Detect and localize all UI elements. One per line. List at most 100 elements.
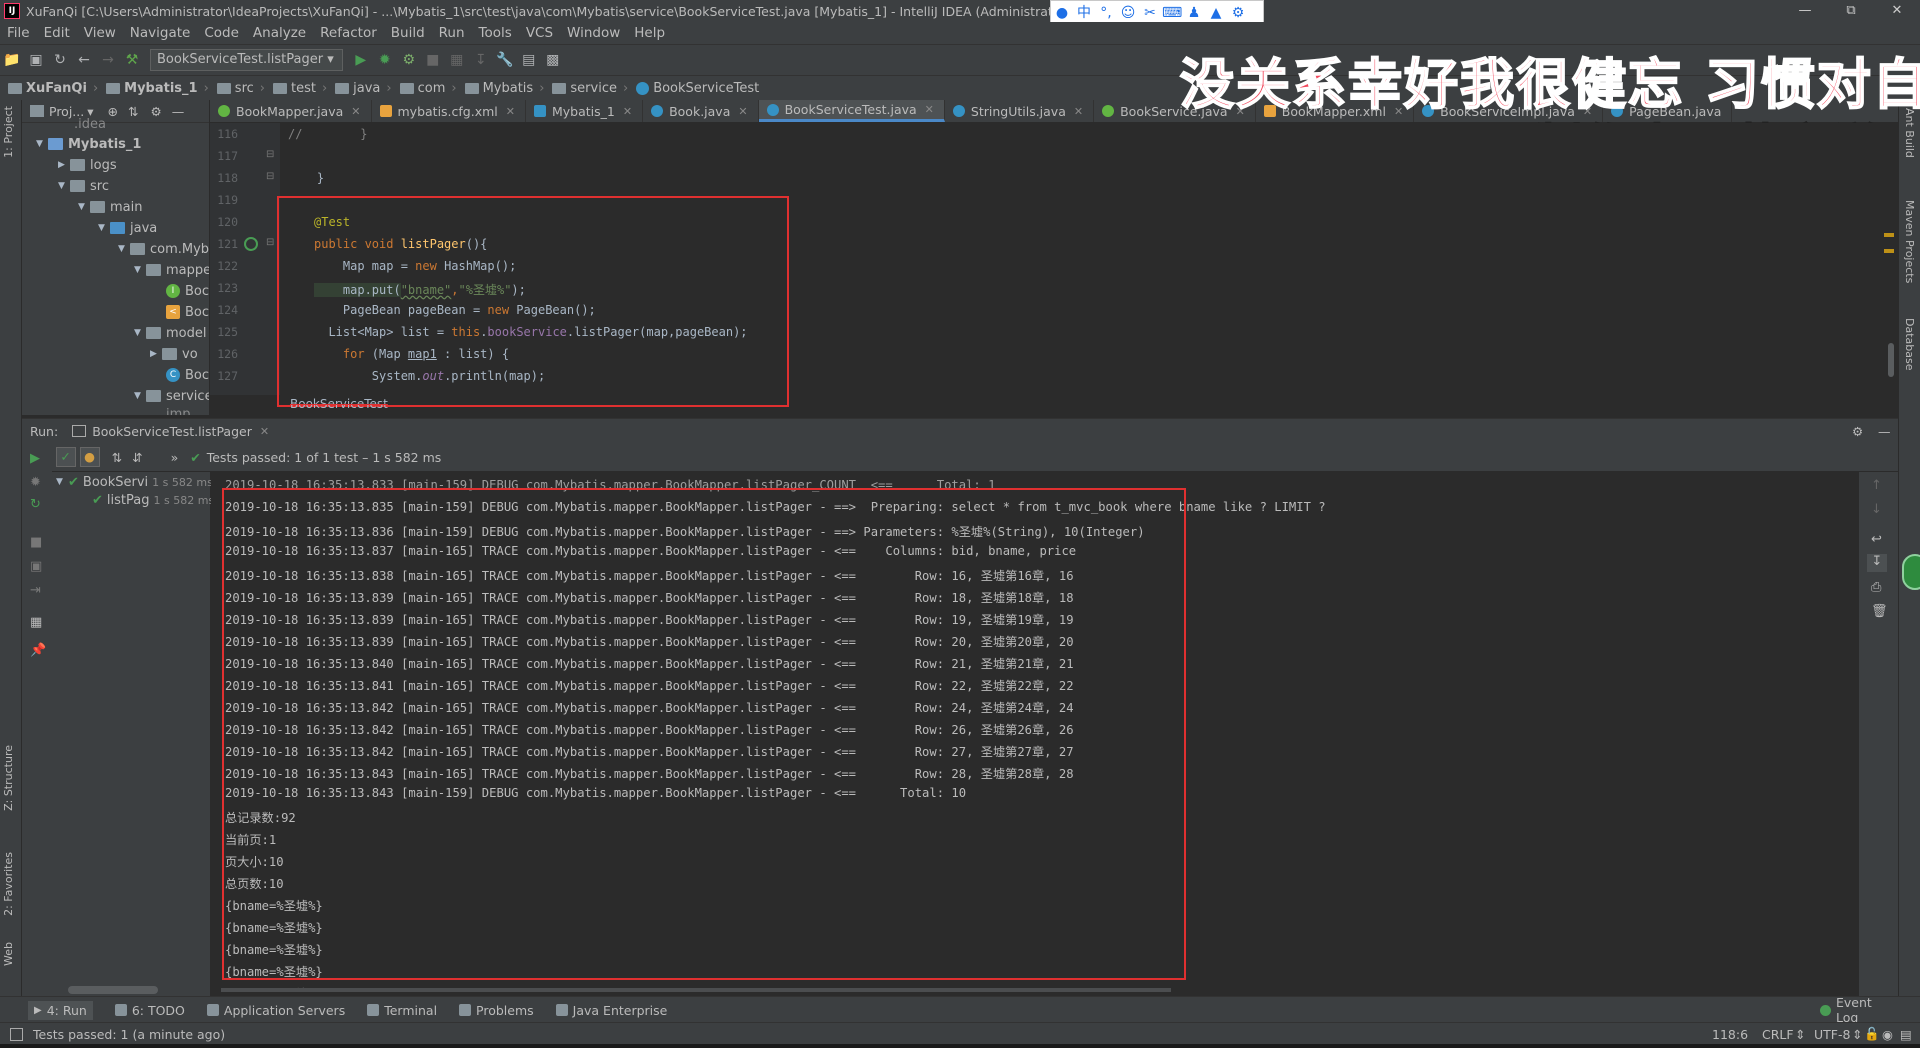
console-h-scrollbar[interactable] [221,988,1171,992]
tree-item[interactable]: ▼ Mybatis_1 [36,134,141,154]
gear-icon[interactable]: ⚙ [150,104,161,119]
structure-tool-tab[interactable]: Z: Structure [2,745,15,811]
run-tab[interactable]: BookServiceTest.listPager ✕ [72,424,269,439]
menu-view[interactable]: View [77,25,123,41]
sort-alpha-icon[interactable]: ⇅ [112,450,122,465]
tree-item[interactable]: C Boc [166,365,209,385]
trash-icon[interactable]: 🗑 [1871,604,1888,619]
show-ignored-icon[interactable]: ● [79,447,100,467]
rerun-failed-icon[interactable]: ↻ [30,497,41,512]
back-arrow-icon[interactable]: ← [75,51,93,69]
deploy-icon[interactable]: ↧ [472,51,490,69]
floating-badge[interactable] [1902,554,1920,590]
forward-arrow-icon[interactable]: → [99,51,117,69]
breadcrumb-item-service[interactable]: service [552,81,617,96]
breadcrumb-item-com[interactable]: com [399,81,445,96]
close-button[interactable]: ✕ [1874,0,1920,22]
sync-icon[interactable]: ↻ [51,51,69,69]
scroll-to-end-icon[interactable]: ↧ [1867,554,1887,572]
scroll-from-source-icon[interactable]: ⊕ [108,104,118,119]
tool-tab-run[interactable]: ▶ 4: Run [28,1000,93,1020]
test-tree-root[interactable]: ▼ ✔ BookServi 1 s 582 ms [56,472,213,492]
close-icon[interactable]: ✕ [925,103,934,116]
tab-book-java[interactable]: Book.java ✕ [643,100,759,122]
tree-item[interactable]: ▼ src [58,176,109,196]
menu-vcs[interactable]: VCS [519,25,560,41]
close-icon[interactable]: ✕ [738,105,747,118]
run-icon[interactable]: ▶ [352,51,370,69]
tab-stringutils-java[interactable]: StringUtils.java ✕ [945,100,1095,122]
maven-projects-tool-tab[interactable]: Maven Projects [1903,200,1916,283]
tree-item[interactable]: ▼ java [98,218,157,238]
fold-marker-icon[interactable]: ⊟ [266,237,274,248]
menu-build[interactable]: Build [384,25,432,41]
status-panel-icon[interactable] [10,1027,23,1041]
open-folder-icon[interactable]: 📁 [3,51,21,69]
tree-scrollbar[interactable] [68,986,158,994]
tree-item[interactable]: ▼ service [134,386,209,406]
collapse-all-icon[interactable]: ⇅ [128,104,138,119]
close-icon[interactable]: ✕ [351,105,360,118]
pin-icon[interactable]: 📌 [30,643,46,658]
menu-refactor[interactable]: Refactor [313,25,384,41]
menu-help[interactable]: Help [627,25,672,41]
save-icon[interactable]: ▣ [27,51,45,69]
menu-tools[interactable]: Tools [472,25,519,41]
close-icon[interactable]: ✕ [1074,105,1083,118]
punctuation-icon[interactable]: °, [1096,3,1116,23]
menu-edit[interactable]: Edit [37,25,77,41]
file-encoding[interactable]: UTF-8 [1814,1027,1850,1042]
debug-icon[interactable]: ✹ [30,475,41,490]
stop-icon[interactable]: ■ [424,51,442,69]
tree-item[interactable]: I Boc [166,281,209,301]
gear-icon[interactable]: ⚙ [1228,3,1248,23]
keyboard-icon[interactable]: ⌨ [1162,3,1182,23]
breadcrumb-item-bookservicetest[interactable]: BookServiceTest [636,81,759,96]
editor-scrollbar[interactable] [1888,343,1894,377]
attach-icon[interactable]: ▦ [448,51,466,69]
tab-mybatis1[interactable]: Mybatis_1 ✕ [526,100,644,122]
menu-analyze[interactable]: Analyze [246,25,313,41]
run-test-gutter-icon[interactable] [244,237,258,251]
project-tool-tab[interactable]: 1: Project [2,106,15,158]
tool-tab-app-servers[interactable]: Application Servers [206,1003,345,1018]
breadcrumb-item-mybatis1[interactable]: Mybatis_1 [106,81,198,96]
stop-icon[interactable]: ■ [30,535,42,550]
camera-icon[interactable]: ▣ [30,559,42,574]
debug-icon[interactable]: ✹ [376,51,394,69]
tree-item[interactable]: ▼ mappe [134,260,209,280]
sdk-icon[interactable]: ▩ [544,51,562,69]
tree-item[interactable]: ▼com.Myba [118,239,209,259]
hide-panel-icon[interactable]: — [1878,424,1891,439]
menu-run[interactable]: Run [432,25,472,41]
hide-panel-icon[interactable]: — [172,104,185,119]
menu-code[interactable]: Code [197,25,246,41]
breadcrumb-item-test[interactable]: test [272,81,316,96]
emoji-icon[interactable]: ☺ [1118,3,1138,23]
person-icon[interactable]: ♟ [1184,3,1204,23]
tool-tab-problems[interactable]: Problems [459,1003,534,1018]
up-arrow-icon[interactable]: ↑ [1871,478,1882,493]
caret-position[interactable]: 118:6 [1712,1027,1748,1042]
close-icon[interactable]: ✕ [623,105,632,118]
tree-item[interactable]: ▼ model [134,323,206,343]
tab-bookmapper-java[interactable]: BookMapper.java ✕ [210,100,372,122]
tab-bookservicetest-java[interactable]: BookServiceTest.java ✕ [758,100,945,122]
memory-icon[interactable]: ▤ [1900,1027,1912,1042]
line-separator-dropdown-icon[interactable]: ⇕ [1795,1027,1805,1042]
database-tool-tab[interactable]: Database [1903,318,1916,371]
web-tool-tab[interactable]: Web [2,942,15,966]
tool-tab-terminal[interactable]: Terminal [367,1003,437,1018]
more-icon[interactable]: » [171,450,179,465]
menu-navigate[interactable]: Navigate [123,25,198,41]
tree-item[interactable]: ▼ main [78,197,142,217]
sort-duration-icon[interactable]: ⇵ [132,450,142,465]
minimize-button[interactable]: — [1782,0,1828,22]
tree-item[interactable]: < Boc [166,302,209,322]
fold-marker-icon[interactable]: ⊟ [266,171,274,182]
error-stripe-mark[interactable] [1884,233,1894,237]
tab-mybatis-cfg-xml[interactable]: mybatis.cfg.xml ✕ [372,100,526,122]
error-stripe-mark[interactable] [1884,249,1894,253]
print-icon[interactable]: ⎙ [1871,580,1881,595]
tree-item[interactable]: imp [166,404,191,416]
